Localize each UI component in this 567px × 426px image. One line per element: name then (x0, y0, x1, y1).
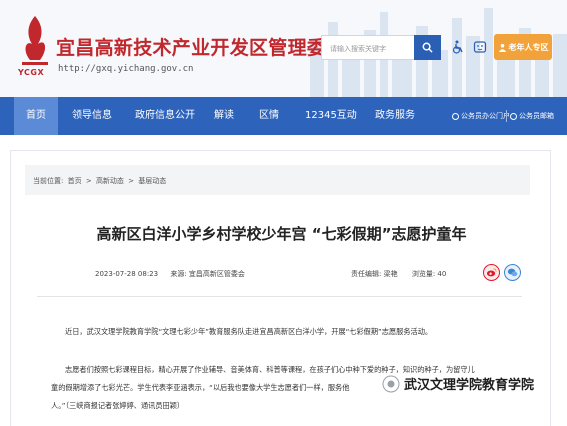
wheelchair-icon (452, 40, 463, 54)
search-input[interactable]: 请输入搜索关键字 (321, 35, 414, 60)
nav-divider (506, 110, 507, 122)
article-date: 2023-07-28 08:23 (95, 270, 159, 278)
elder-mode-button[interactable] (471, 38, 489, 56)
search-button[interactable] (414, 35, 441, 60)
wechat-channel-icon (382, 375, 400, 392)
nav-link-civil-portal-label: 公务员办公门户 (461, 112, 510, 120)
meta-divider (37, 296, 522, 297)
portal-icon (452, 112, 459, 120)
nav-link-mailbox[interactable]: 公务员邮箱 (510, 97, 554, 135)
article-title: 高新区白洋小学乡村学校少年宫 “七彩假期”志愿护童年 (96, 225, 467, 243)
weibo-icon (486, 268, 497, 277)
nav-item-gov-services[interactable]: 政务服务 (375, 97, 415, 135)
watermark-text: 武汉文理学院教育学院 (404, 378, 535, 393)
nav-item-district[interactable]: 区情 (259, 97, 279, 135)
search-icon (422, 42, 433, 53)
share-wechat-button[interactable] (504, 264, 521, 281)
person-icon (498, 43, 506, 52)
paragraph-text: 近日，武汉文理学院教育学院“文理七彩少年”教育服务队走进宜昌高新区白洋小学，开展… (65, 327, 433, 336)
breadcrumb-separator: > (85, 177, 92, 185)
main-nav: 首页 领导信息 政府信息公开 解读 区情 12345互动 政务服务 公务员办公门… (0, 97, 567, 135)
elder-zone-button[interactable]: 老年人专区 (494, 34, 552, 60)
elder-zone-label: 老年人专区 (508, 42, 549, 52)
mail-icon (510, 112, 517, 120)
article-meta-right: 责任编辑: 梁艳 浏览量: 40 (351, 269, 446, 279)
nav-item-12345[interactable]: 12345互动 (305, 97, 357, 135)
breadcrumb-item-news[interactable]: 高新动态 (96, 177, 124, 185)
nav-item-leaders[interactable]: 领导信息 (72, 97, 112, 135)
site-url: http://gxq.yichang.gov.cn (58, 64, 194, 74)
nav-link-civil-portal[interactable]: 公务员办公门户 (452, 97, 510, 135)
site-header: YCGX 宜昌高新技术产业开发区管理委员会 http://gxq.yichang… (0, 0, 567, 97)
wechat-icon (507, 268, 518, 277)
share-weibo-button[interactable] (483, 264, 500, 281)
nav-item-home[interactable]: 首页 (14, 97, 58, 135)
site-title[interactable]: 宜昌高新技术产业开发区管理委员会 (56, 33, 365, 60)
paragraph-line: 人。”（三峡商报记者张婷婷、通讯员田颖） (51, 401, 185, 410)
breadcrumb-prefix: 当前位置: (33, 177, 64, 185)
accessibility-button[interactable] (449, 38, 467, 56)
nav-item-info-disclosure[interactable]: 政府信息公开 (135, 97, 195, 135)
article-editor: 责任编辑: 梁艳 (351, 270, 398, 278)
logo-caption: YCGX (18, 68, 45, 77)
breadcrumb-separator: > (128, 177, 135, 185)
site-logo-icon[interactable] (18, 14, 52, 72)
article-source: 来源: 宜昌高新区管委会 (170, 270, 245, 278)
breadcrumb: 当前位置: 首页 > 高新动态 > 基层动态 (25, 165, 530, 195)
source-watermark: 武汉文理学院教育学院 (382, 374, 534, 393)
article-paragraph: 近日，武汉文理学院教育学院“文理七彩少年”教育服务队走进宜昌高新区白洋小学，开展… (51, 323, 521, 341)
nav-link-mailbox-label: 公务员邮箱 (519, 112, 554, 120)
article-views: 浏览量: 40 (411, 270, 447, 278)
breadcrumb-item-grassroots[interactable]: 基层动态 (138, 177, 166, 185)
nav-item-interpretation[interactable]: 解读 (214, 97, 234, 135)
child-face-icon (473, 41, 487, 53)
breadcrumb-item-home[interactable]: 首页 (68, 177, 82, 185)
